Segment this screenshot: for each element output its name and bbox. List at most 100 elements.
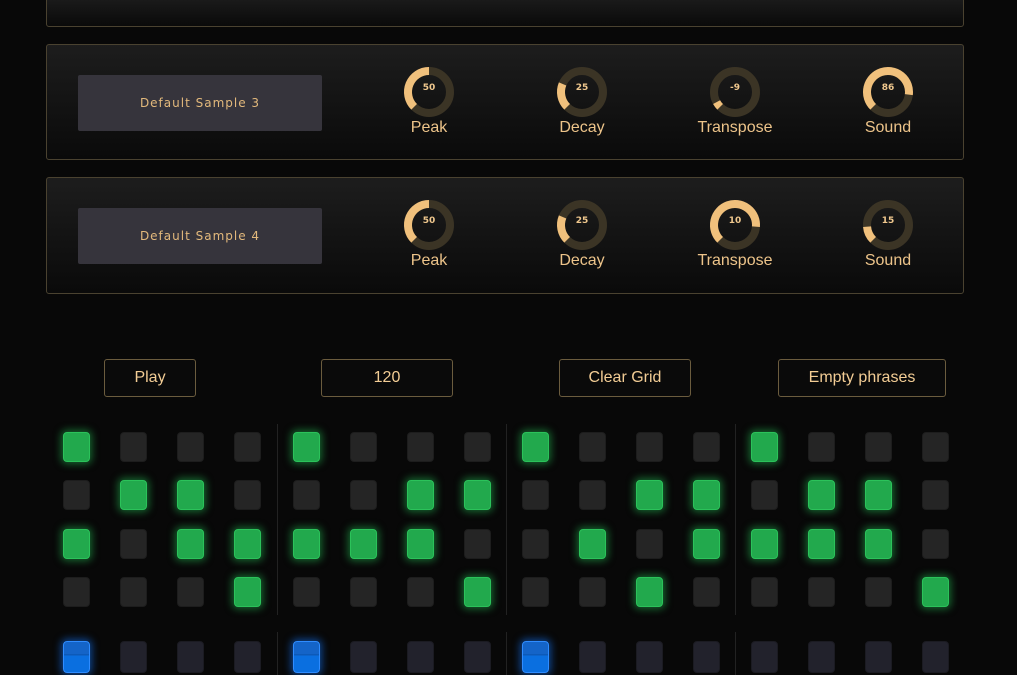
step-cell[interactable] xyxy=(234,480,261,510)
decay-knob[interactable]: 25 Decay xyxy=(522,198,642,278)
playhead-cell[interactable] xyxy=(808,641,835,673)
step-cell[interactable] xyxy=(350,480,377,510)
step-cell[interactable] xyxy=(579,529,606,559)
play-button[interactable]: Play xyxy=(104,359,196,397)
playhead-cell[interactable] xyxy=(407,641,434,673)
step-cell[interactable] xyxy=(234,529,261,559)
step-cell[interactable] xyxy=(751,432,778,462)
step-cell[interactable] xyxy=(407,480,434,510)
playhead-cell[interactable] xyxy=(177,641,204,673)
playhead-cell[interactable] xyxy=(693,641,720,673)
playhead-cell[interactable] xyxy=(522,641,549,673)
step-cell[interactable] xyxy=(636,577,663,607)
step-cell[interactable] xyxy=(293,529,320,559)
playhead-cell[interactable] xyxy=(636,641,663,673)
step-cell[interactable] xyxy=(63,529,90,559)
clear-grid-button[interactable]: Clear Grid xyxy=(559,359,691,397)
step-cell[interactable] xyxy=(693,577,720,607)
step-cell[interactable] xyxy=(922,577,949,607)
transpose-knob[interactable]: 10 Transpose xyxy=(675,198,795,278)
tempo-input[interactable]: 120 xyxy=(321,359,453,397)
step-cell[interactable] xyxy=(693,432,720,462)
sample-3-select-button[interactable]: Default Sample 3 xyxy=(78,75,322,131)
step-cell[interactable] xyxy=(407,577,434,607)
step-cell[interactable] xyxy=(636,529,663,559)
playhead-cell[interactable] xyxy=(63,641,90,673)
playhead-cell[interactable] xyxy=(234,641,261,673)
step-cell[interactable] xyxy=(234,432,261,462)
step-cell[interactable] xyxy=(120,529,147,559)
step-cell[interactable] xyxy=(350,529,377,559)
sample-4-select-button[interactable]: Default Sample 4 xyxy=(78,208,322,264)
step-cell[interactable] xyxy=(293,432,320,462)
knob-label: Sound xyxy=(864,252,912,269)
step-cell[interactable] xyxy=(751,529,778,559)
step-cell[interactable] xyxy=(464,432,491,462)
playhead-cell[interactable] xyxy=(350,641,377,673)
step-cell[interactable] xyxy=(522,480,549,510)
step-cell[interactable] xyxy=(63,432,90,462)
peak-knob[interactable]: 50 Peak xyxy=(369,65,489,145)
step-cell[interactable] xyxy=(808,577,835,607)
step-cell[interactable] xyxy=(693,529,720,559)
step-cell[interactable] xyxy=(579,480,606,510)
step-cell[interactable] xyxy=(120,432,147,462)
step-cell[interactable] xyxy=(751,577,778,607)
step-cell[interactable] xyxy=(636,432,663,462)
playhead-cell[interactable] xyxy=(922,641,949,673)
knob-value: -9 xyxy=(730,83,740,93)
step-cell[interactable] xyxy=(177,480,204,510)
step-cell[interactable] xyxy=(693,480,720,510)
step-cell[interactable] xyxy=(464,480,491,510)
step-cell[interactable] xyxy=(522,529,549,559)
step-cell[interactable] xyxy=(808,432,835,462)
decay-knob[interactable]: 25 Decay xyxy=(522,65,642,145)
step-cell[interactable] xyxy=(63,577,90,607)
knob-value: 25 xyxy=(575,216,589,226)
sound-knob[interactable]: 86 Sound xyxy=(828,65,948,145)
step-cell[interactable] xyxy=(293,577,320,607)
step-cell[interactable] xyxy=(522,432,549,462)
step-cell[interactable] xyxy=(464,577,491,607)
step-cell[interactable] xyxy=(865,577,892,607)
step-cell[interactable] xyxy=(808,480,835,510)
playhead-cell[interactable] xyxy=(120,641,147,673)
step-cell[interactable] xyxy=(579,432,606,462)
step-cell[interactable] xyxy=(120,480,147,510)
playhead-cell[interactable] xyxy=(865,641,892,673)
transpose-knob[interactable]: -9 Transpose xyxy=(675,65,795,145)
playhead-cell[interactable] xyxy=(464,641,491,673)
step-cell[interactable] xyxy=(865,480,892,510)
step-cell[interactable] xyxy=(922,480,949,510)
step-cell[interactable] xyxy=(350,577,377,607)
step-cell[interactable] xyxy=(579,577,606,607)
step-cell[interactable] xyxy=(865,529,892,559)
empty-phrases-button[interactable]: Empty phrases xyxy=(778,359,946,397)
step-cell[interactable] xyxy=(922,529,949,559)
step-cell[interactable] xyxy=(808,529,835,559)
step-cell[interactable] xyxy=(177,577,204,607)
sample-panel-partial xyxy=(46,0,964,27)
step-cell[interactable] xyxy=(120,577,147,607)
step-cell[interactable] xyxy=(464,529,491,559)
step-cell[interactable] xyxy=(63,480,90,510)
step-cell[interactable] xyxy=(407,529,434,559)
bar-divider xyxy=(506,424,507,615)
playhead-cell[interactable] xyxy=(579,641,606,673)
step-cell[interactable] xyxy=(177,529,204,559)
playhead-cell[interactable] xyxy=(293,641,320,673)
step-cell[interactable] xyxy=(522,577,549,607)
step-cell[interactable] xyxy=(350,432,377,462)
sound-knob[interactable]: 15 Sound xyxy=(828,198,948,278)
step-cell[interactable] xyxy=(293,480,320,510)
step-cell[interactable] xyxy=(865,432,892,462)
step-cell[interactable] xyxy=(636,480,663,510)
playhead-cell[interactable] xyxy=(751,641,778,673)
step-cell[interactable] xyxy=(177,432,204,462)
step-cell[interactable] xyxy=(751,480,778,510)
step-cell[interactable] xyxy=(407,432,434,462)
step-cell[interactable] xyxy=(234,577,261,607)
peak-knob[interactable]: 50 Peak xyxy=(369,198,489,278)
step-cell[interactable] xyxy=(922,432,949,462)
knob-value: 25 xyxy=(575,83,589,93)
